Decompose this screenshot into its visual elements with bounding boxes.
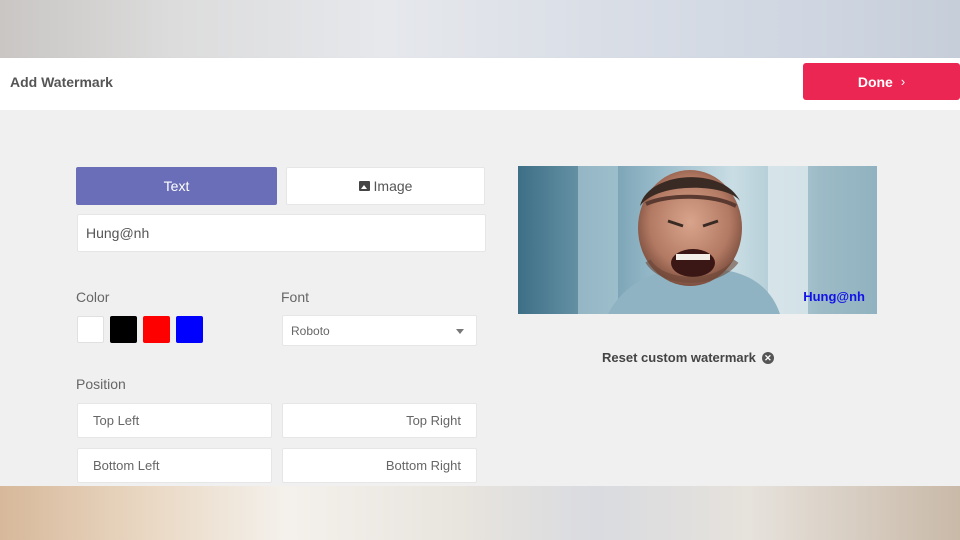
color-swatch-black[interactable] (110, 316, 137, 343)
font-select[interactable]: Roboto (282, 315, 477, 346)
font-label: Font (281, 289, 310, 305)
header-bar: Add Watermark Done › (0, 58, 960, 110)
watermark-text-input[interactable] (77, 214, 486, 252)
position-bottom-right-label: Bottom Right (385, 458, 461, 473)
tab-text[interactable]: Text (76, 167, 277, 205)
chevron-right-icon: › (900, 74, 906, 89)
preview-watermark-text: Hung@nh (803, 289, 865, 304)
position-bottom-right-button[interactable]: Bottom Right (282, 448, 477, 483)
reset-watermark-label: Reset custom watermark (602, 350, 756, 365)
watermark-preview-image: Hung@nh (518, 166, 877, 314)
image-icon (358, 181, 370, 191)
position-bottom-left-label: Bottom Left (93, 458, 160, 473)
page-title: Add Watermark (10, 74, 113, 90)
reset-watermark-button[interactable]: Reset custom watermark ✕ (602, 350, 774, 365)
done-button-label: Done (857, 73, 893, 90)
position-top-left-label: Top Left (93, 413, 140, 428)
tab-text-label: Text (163, 178, 190, 194)
color-label: Color (76, 289, 110, 305)
color-swatch-blue[interactable] (176, 316, 203, 343)
backdrop-top (0, 0, 960, 58)
font-select-value: Roboto (291, 323, 330, 338)
tab-image-label: Image (373, 178, 413, 194)
color-swatch-red[interactable] (143, 316, 170, 343)
color-swatch-white[interactable] (77, 316, 104, 343)
position-top-right-button[interactable]: Top Right (282, 403, 477, 438)
editor-panel: Text Image Color Font Roboto Position To… (0, 110, 960, 486)
position-top-right-label: Top Right (406, 413, 461, 428)
chevron-down-icon (456, 329, 464, 334)
tab-image[interactable]: Image (286, 167, 485, 205)
close-circle-icon: ✕ (761, 351, 774, 364)
backdrop-bottom (0, 486, 960, 540)
position-bottom-left-button[interactable]: Bottom Left (77, 448, 272, 483)
position-top-left-button[interactable]: Top Left (77, 403, 272, 438)
position-label: Position (76, 376, 126, 392)
done-button[interactable]: Done › (803, 63, 960, 100)
